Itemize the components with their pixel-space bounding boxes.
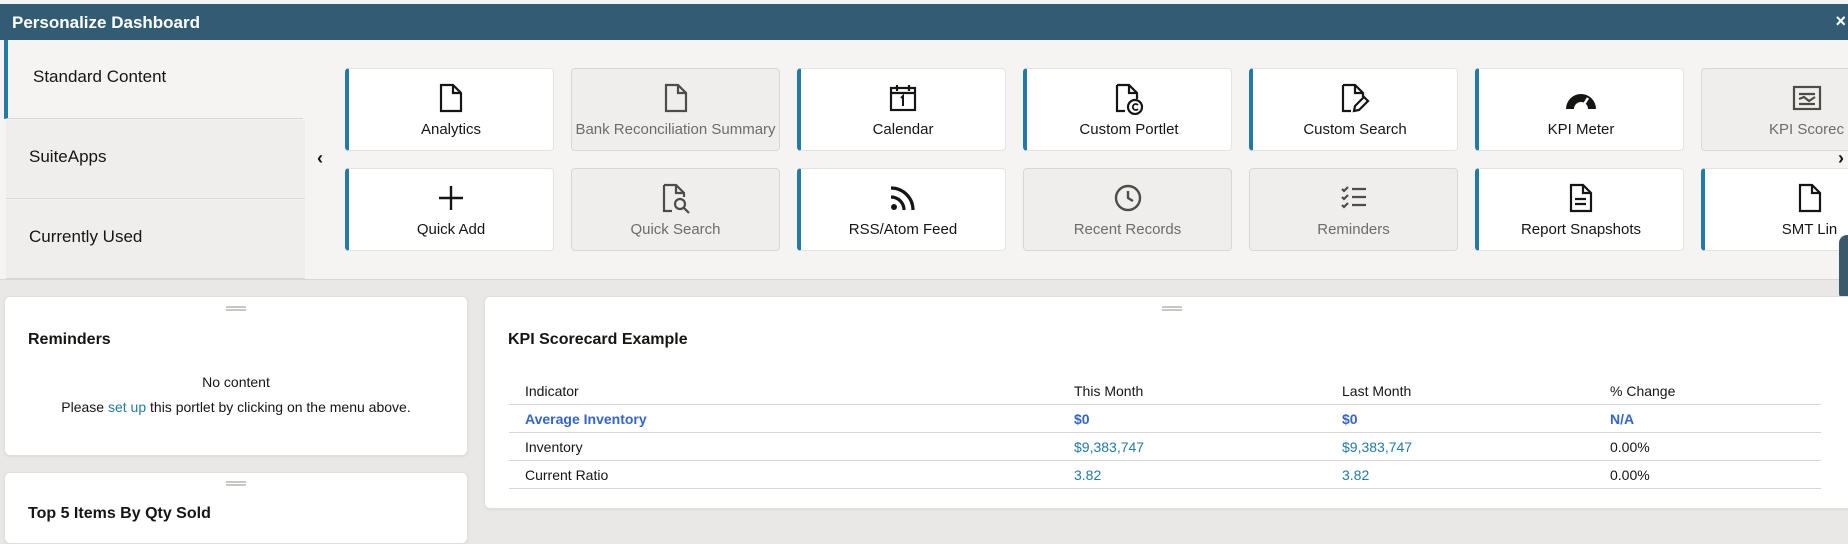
tile-custom-portlet[interactable]: Custom Portlet [1023,68,1232,151]
column-header: This Month [1058,377,1326,405]
document-icon [1798,183,1821,213]
last-month-link[interactable]: $9,383,747 [1326,432,1594,461]
plus-icon [439,186,463,210]
indicator-cell: Current Ratio [509,460,1058,489]
last-month-link[interactable]: $0 [1326,404,1594,433]
tile-label: Analytics [420,121,482,138]
column-header: Last Month [1326,377,1594,405]
portlet-title: Top 5 Items By Qty Sold [28,505,211,522]
this-month-link[interactable]: 3.82 [1058,460,1326,489]
tile-quick-add[interactable]: Quick Add [345,168,554,251]
column-header: % Change [1594,377,1821,405]
carousel-prev-icon[interactable]: ‹ [317,148,323,169]
tile-bank-reconciliation-summary[interactable]: Bank Reconciliation Summary [571,68,780,151]
kpi-scorecard-portlet: KPI Scorecard Example Indicator This Mon… [484,296,1848,509]
tile-label: Recent Records [1073,221,1182,238]
table-header-row: Indicator This Month Last Month % Change [509,377,1821,405]
tile-label: Bank Reconciliation Summary [575,121,776,138]
top-items-portlet: Top 5 Items By Qty Sold [4,472,468,544]
tile-label: Quick Search [630,221,721,238]
change-link[interactable]: N/A [1594,404,1821,433]
last-month-link[interactable]: 3.82 [1326,460,1594,489]
rss-icon [890,186,915,211]
this-month-link[interactable]: $0 [1058,404,1326,433]
drag-handle-icon[interactable] [1162,306,1182,311]
tile-label: Reminders [1317,221,1390,238]
tab-suiteapps[interactable]: SuiteApps [6,120,305,199]
indicator-link[interactable]: Average Inventory [509,404,1058,433]
report-icon [1569,183,1593,213]
portlet-title: Reminders [28,331,111,348]
column-header: Indicator [509,377,1058,405]
reminders-portlet: Reminders No content Please set up this … [4,296,468,456]
drag-handle-icon[interactable] [226,306,246,311]
side-help-tab[interactable] [1839,235,1848,301]
tile-label: KPI Meter [1547,121,1615,138]
tile-label: Quick Add [416,221,486,238]
tile-kpi-scorecard[interactable]: KPI Scorec [1701,68,1848,151]
tile-quick-search[interactable]: Quick Search [571,168,780,251]
tile-label: KPI Scorec [1768,121,1845,138]
document-copyright-icon [1115,83,1144,115]
gauge-icon [1566,94,1596,110]
tile-recent-records[interactable]: Recent Records [1023,168,1232,251]
document-search-icon [662,183,690,214]
calendar-icon [889,85,917,112]
setup-suffix: this portlet by clicking on the menu abo… [146,399,411,415]
tile-label: Report Snapshots [1520,221,1642,238]
tile-rss-atom-feed[interactable]: RSS/Atom Feed [797,168,1006,251]
table-row: Current Ratio 3.82 3.82 0.00% [509,460,1821,489]
dialog-title: Personalize Dashboard [12,13,201,32]
tile-label: Calendar [872,121,934,138]
table-row: Average Inventory $0 $0 N/A [509,404,1821,433]
no-content-text: No content [202,374,270,390]
category-tabs: Standard Content SuiteApps Currently Use… [0,40,305,279]
tile-label: Custom Search [1303,121,1407,138]
tile-kpi-meter[interactable]: KPI Meter [1475,68,1684,151]
dialog-header: Personalize Dashboard × [0,4,1848,40]
tab-currently-used[interactable]: Currently Used [6,200,305,279]
tile-calendar[interactable]: Calendar [797,68,1006,151]
kpi-table: Indicator This Month Last Month % Change… [509,377,1821,489]
close-icon[interactable]: × [1835,11,1846,32]
table-row: Inventory $9,383,747 $9,383,747 0.00% [509,432,1821,461]
change-cell: 0.00% [1594,460,1821,489]
this-month-link[interactable]: $9,383,747 [1058,432,1326,461]
setup-message: Please set up this portlet by clicking o… [5,399,467,415]
tile-smt-link[interactable]: SMT Lin [1701,168,1848,251]
scorecard-icon [1792,85,1821,111]
document-icon [439,83,463,113]
setup-prefix: Please [61,399,108,415]
change-cell: 0.00% [1594,432,1821,461]
tile-report-snapshots[interactable]: Report Snapshots [1475,168,1684,251]
tile-reminders[interactable]: Reminders [1249,168,1458,251]
indicator-cell: Inventory [509,432,1058,461]
clock-icon [1114,184,1141,212]
drag-handle-icon[interactable] [226,481,246,486]
checklist-icon [1340,186,1366,209]
tile-custom-search[interactable]: Custom Search [1249,68,1458,151]
tab-standard-content[interactable]: Standard Content [4,40,303,119]
carousel-next-icon[interactable]: › [1838,148,1844,169]
tile-label: SMT Lin [1781,221,1838,238]
tile-label: RSS/Atom Feed [848,221,958,238]
setup-link[interactable]: set up [108,399,146,415]
document-edit-icon [1341,83,1370,113]
portlet-title: KPI Scorecard Example [508,331,688,348]
tile-analytics[interactable]: Analytics [345,68,554,151]
document-icon [664,83,687,113]
tile-label: Custom Portlet [1079,121,1179,138]
